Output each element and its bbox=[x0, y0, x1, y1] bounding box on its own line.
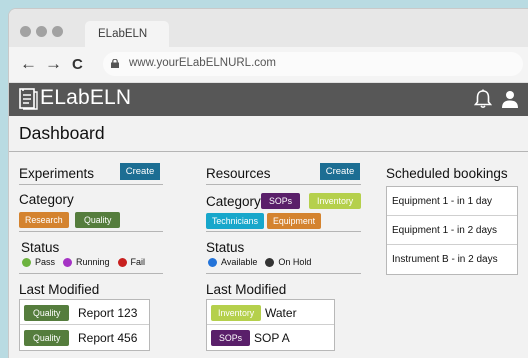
title-divider bbox=[9, 151, 528, 152]
status-dot-running bbox=[63, 257, 73, 267]
dashboard-content: Dashboard Experiments Create Category Re… bbox=[9, 116, 528, 358]
category-tag-equipment[interactable]: Equipment bbox=[267, 213, 322, 229]
experiments-status-heading: Status bbox=[21, 240, 60, 255]
booking-item[interactable]: Equipment 1 - in 1 day bbox=[387, 187, 517, 216]
reload-icon[interactable]: C bbox=[72, 56, 83, 74]
list-item-name: Report 456 bbox=[78, 331, 138, 345]
list-item-tag: SOPs bbox=[211, 330, 250, 346]
status-label-fail: Fail bbox=[130, 257, 146, 267]
url-bar[interactable]: www.yourELabELNURL.com bbox=[103, 52, 523, 76]
resources-heading: Resources bbox=[206, 166, 271, 181]
experiments-heading: Experiments bbox=[19, 166, 95, 181]
lock-icon bbox=[111, 59, 119, 68]
bookings-list: Equipment 1 - in 1 day Equipment 1 - in … bbox=[386, 186, 518, 275]
category-tag-inventory[interactable]: Inventory bbox=[309, 193, 362, 209]
resources-category-heading: Category bbox=[206, 194, 261, 209]
experiments-divider bbox=[19, 184, 163, 185]
experiments-last-modified-list: Quality Report 123 Quality Report 456 bbox=[19, 299, 150, 351]
list-item[interactable]: SOPs SOP A bbox=[207, 325, 334, 350]
resources-status-heading: Status bbox=[206, 240, 245, 255]
app-name: ELabELN bbox=[40, 86, 132, 109]
status-label-running: Running bbox=[76, 257, 110, 267]
list-item-name: SOP A bbox=[254, 331, 290, 345]
list-item-tag: Inventory bbox=[211, 305, 262, 321]
window-close-dot[interactable] bbox=[20, 26, 31, 37]
browser-window: ELabELN ← → C www.yourELabELNURL.com ELa… bbox=[8, 8, 528, 358]
status-label-pass: Pass bbox=[35, 257, 56, 267]
experiments-category-heading: Category bbox=[19, 192, 74, 207]
experiments-last-modified-heading: Last Modified bbox=[19, 282, 100, 297]
experiments-status-divider bbox=[19, 273, 163, 274]
page-title: Dashboard bbox=[19, 123, 105, 143]
bell-icon[interactable] bbox=[474, 89, 492, 109]
list-item[interactable]: Quality Report 456 bbox=[20, 325, 149, 350]
resources-divider bbox=[206, 184, 361, 185]
user-icon[interactable] bbox=[501, 90, 519, 108]
browser-tab[interactable]: ELabELN bbox=[85, 21, 169, 47]
status-dot-on-hold bbox=[265, 257, 275, 267]
window-maximize-dot[interactable] bbox=[52, 26, 63, 37]
create-resource-button[interactable]: Create bbox=[320, 163, 360, 180]
resources-last-modified-heading: Last Modified bbox=[206, 282, 287, 297]
resources-last-modified-list: Inventory Water SOPs SOP A bbox=[206, 299, 335, 351]
forward-arrow-icon[interactable]: → bbox=[45, 55, 62, 73]
resources-category-divider bbox=[206, 231, 361, 232]
document-icon bbox=[19, 88, 38, 110]
window-minimize-dot[interactable] bbox=[36, 26, 47, 37]
booking-item[interactable]: Equipment 1 - in 2 days bbox=[387, 216, 517, 245]
status-dot-pass bbox=[22, 257, 31, 267]
experiments-category-divider bbox=[19, 231, 163, 232]
category-tag-technicians[interactable]: Technicians bbox=[206, 213, 264, 229]
status-dot-available bbox=[208, 257, 217, 267]
list-item-name: Report 123 bbox=[78, 306, 138, 320]
address-row: ← → C www.yourELabELNURL.com bbox=[9, 47, 528, 83]
app-header: ELabELN bbox=[9, 83, 528, 116]
create-experiment-button[interactable]: Create bbox=[120, 163, 160, 180]
booking-item[interactable]: Instrument B - in 2 days bbox=[387, 245, 517, 274]
category-tag-quality[interactable]: Quality bbox=[75, 212, 121, 228]
list-item[interactable]: Inventory Water bbox=[207, 300, 334, 325]
browser-tab-bar: ELabELN bbox=[9, 9, 528, 47]
category-tag-sops[interactable]: SOPs bbox=[261, 193, 300, 209]
list-item-tag: Quality bbox=[24, 330, 70, 346]
experiments-status-legend: Pass Running Fail bbox=[22, 257, 153, 267]
list-item-tag: Quality bbox=[24, 305, 70, 321]
browser-tab-title: ELabELN bbox=[98, 28, 148, 40]
category-tag-research[interactable]: Research bbox=[19, 212, 69, 228]
status-label-on-hold: On Hold bbox=[278, 257, 312, 267]
status-label-available: Available bbox=[221, 257, 258, 267]
list-item-name: Water bbox=[265, 306, 297, 320]
status-dot-fail bbox=[117, 257, 127, 267]
back-arrow-icon[interactable]: ← bbox=[20, 55, 37, 73]
url-text: www.yourELabELNURL.com bbox=[129, 57, 277, 69]
resources-status-legend: Available On Hold bbox=[208, 257, 319, 267]
bookings-heading: Scheduled bookings bbox=[386, 166, 508, 181]
list-item[interactable]: Quality Report 123 bbox=[20, 300, 149, 325]
resources-status-divider bbox=[206, 273, 361, 274]
